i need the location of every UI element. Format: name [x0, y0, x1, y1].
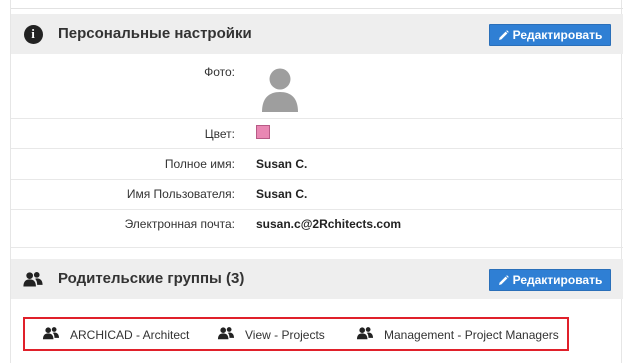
fullname-row: Полное имя: Susan C. [11, 149, 623, 179]
group-label: Management - Project Managers [384, 327, 559, 342]
email-row: Электронная почта: susan.c@2Rchitects.co… [11, 210, 623, 240]
edit-personal-label: Редактировать [512, 28, 603, 42]
color-label: Цвет: [204, 127, 235, 141]
users-icon [42, 326, 60, 343]
pencil-icon [498, 274, 509, 286]
group-label: ARCHICAD - Architect [70, 327, 190, 342]
edit-groups-label: Редактировать [512, 273, 603, 287]
username-row: Имя Пользователя: Susan C. [11, 180, 623, 209]
personal-settings-title: Персональные настройки [58, 25, 252, 42]
group-label: View - Projects [245, 327, 325, 342]
parent-groups-list: ARCHICAD - Architect View - Projects Man… [23, 317, 569, 351]
group-item[interactable]: ARCHICAD - Architect [42, 326, 189, 343]
edit-groups-button[interactable]: Редактировать [489, 269, 611, 291]
email-label: Электронная почта: [124, 217, 235, 231]
parent-groups-header: Родительские группы (3) Редактировать [11, 259, 623, 299]
color-swatch [256, 125, 270, 139]
users-icon [356, 326, 374, 343]
parent-groups-title: Родительские группы (3) [58, 270, 245, 287]
edit-personal-button[interactable]: Редактировать [489, 24, 611, 46]
row-divider [11, 247, 623, 248]
fullname-label: Полное имя: [164, 157, 235, 171]
email-value: susan.c@2Rchitects.com [256, 217, 402, 231]
group-item[interactable]: View - Projects [217, 326, 325, 343]
users-icon [23, 269, 43, 289]
group-item[interactable]: Management - Project Managers [356, 326, 559, 343]
fullname-value: Susan C. [256, 157, 308, 171]
settings-panel: i Персональные настройки Редактировать Ф… [10, 0, 623, 363]
avatar [261, 67, 299, 113]
divider [11, 8, 623, 9]
username-value: Susan C. [256, 187, 308, 201]
info-icon: i [23, 24, 43, 44]
photo-label: Фото: [204, 65, 235, 79]
color-row: Цвет: [11, 119, 623, 147]
pencil-icon [498, 29, 509, 41]
photo-row: Фото: [11, 62, 623, 118]
username-label: Имя Пользователя: [126, 187, 235, 201]
users-icon [217, 326, 235, 343]
personal-settings-header: i Персональные настройки Редактировать [11, 14, 623, 54]
